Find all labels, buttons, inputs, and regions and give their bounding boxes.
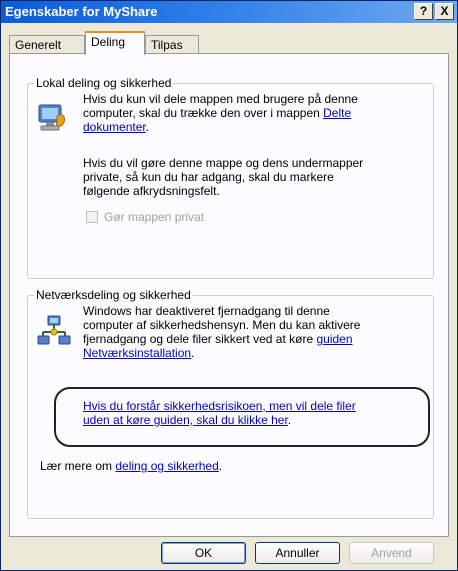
network-wizard-link-part2[interactable]: Netværksinstallation: [83, 346, 191, 360]
window-title: Egenskaber for MyShare: [5, 4, 158, 19]
local-info-line-text: computer, skal du trække den over i mapp…: [83, 106, 324, 120]
network-sharing-group: Netværksdeling og sikkerhed Windows har …: [27, 288, 434, 519]
tab-customize[interactable]: Tilpas: [145, 35, 199, 54]
help-button[interactable]: ?: [414, 3, 433, 20]
title-bar[interactable]: Egenskaber for MyShare ? X: [1, 1, 457, 23]
period: .: [191, 346, 195, 360]
tab-label: Tilpas: [151, 38, 183, 52]
private-info-text: Hvis du vil gøre denne mappe og dens und…: [83, 156, 423, 198]
local-info-text: Hvis du kun vil dele mappen med brugere …: [83, 92, 423, 134]
period: .: [218, 459, 223, 473]
risk-link-line1[interactable]: Hvis du forstår sikkerhedsrisikoen, men …: [83, 399, 423, 413]
learn-more-prefix: Lær mere om: [40, 459, 116, 473]
sharing-panel: Lokal deling og sikkerhed Hvis du kun vi…: [9, 53, 449, 537]
apply-button[interactable]: Anvend: [349, 542, 434, 564]
make-private-checkbox[interactable]: [86, 211, 98, 223]
risk-link-text: Hvis du forstår sikkerhedsrisikoen, men …: [83, 399, 423, 427]
tab-general[interactable]: Generelt: [9, 35, 85, 54]
network-wizard-link-part1[interactable]: guiden: [316, 332, 352, 346]
local-info-line: dokumenter.: [83, 120, 423, 134]
close-button[interactable]: X: [435, 3, 454, 20]
local-info-line: Hvis du kun vil dele mappen med brugere …: [83, 92, 358, 106]
shared-documents-link-part1[interactable]: Delte: [323, 106, 351, 120]
tab-label: Generelt: [15, 38, 62, 52]
network-computer-icon: [38, 104, 66, 131]
private-info-line: private, så kun du har adgang, skal du m…: [83, 170, 334, 184]
local-info-line: computer, skal du trække den over i mapp…: [83, 106, 423, 120]
local-sharing-group: Lokal deling og sikkerhed Hvis du kun vi…: [27, 76, 434, 279]
network-info-line-text: fjernadgang og dele filer sikkert ved at…: [83, 332, 317, 346]
private-info-line: Hvis du vil gøre denne mappe og dens und…: [83, 156, 364, 170]
make-private-label: Gør mappen privat: [104, 210, 205, 224]
private-info-line: følgende afkrydsningsfelt.: [83, 184, 220, 198]
tab-label: Deling: [91, 35, 126, 49]
network-share-icon: [37, 315, 71, 345]
local-sharing-title: Lokal deling og sikkerhed: [34, 76, 174, 90]
network-info-line: fjernadgang og dele filer sikkert ved at…: [83, 332, 428, 346]
network-info-text: Windows har deaktiveret fjernadgang til …: [83, 304, 428, 360]
network-info-line: computer af sikkerhedshensyn. Men du kan…: [83, 318, 361, 332]
network-sharing-title: Netværksdeling og sikkerhed: [34, 288, 193, 302]
period: .: [145, 120, 150, 134]
risk-link-line2[interactable]: uden at køre guiden, skal du klikke her: [83, 413, 288, 427]
properties-dialog: Egenskaber for MyShare ? X Generelt Deli…: [0, 0, 458, 571]
ok-button[interactable]: OK: [161, 542, 246, 564]
network-info-line: Windows har deaktiveret fjernadgang til …: [83, 304, 330, 318]
sharing-security-link[interactable]: deling og sikkerhed: [115, 459, 218, 473]
network-info-line: Netværksinstallation.: [83, 346, 428, 360]
cancel-button[interactable]: Annuller: [255, 542, 340, 564]
shared-documents-link-part2[interactable]: dokumenter: [83, 120, 146, 134]
tab-sharing[interactable]: Deling: [85, 31, 145, 55]
risk-link-line: uden at køre guiden, skal du klikke her.: [83, 413, 423, 427]
period: .: [287, 413, 292, 427]
learn-more-text: Lær mere om deling og sikkerhed.: [40, 459, 420, 473]
